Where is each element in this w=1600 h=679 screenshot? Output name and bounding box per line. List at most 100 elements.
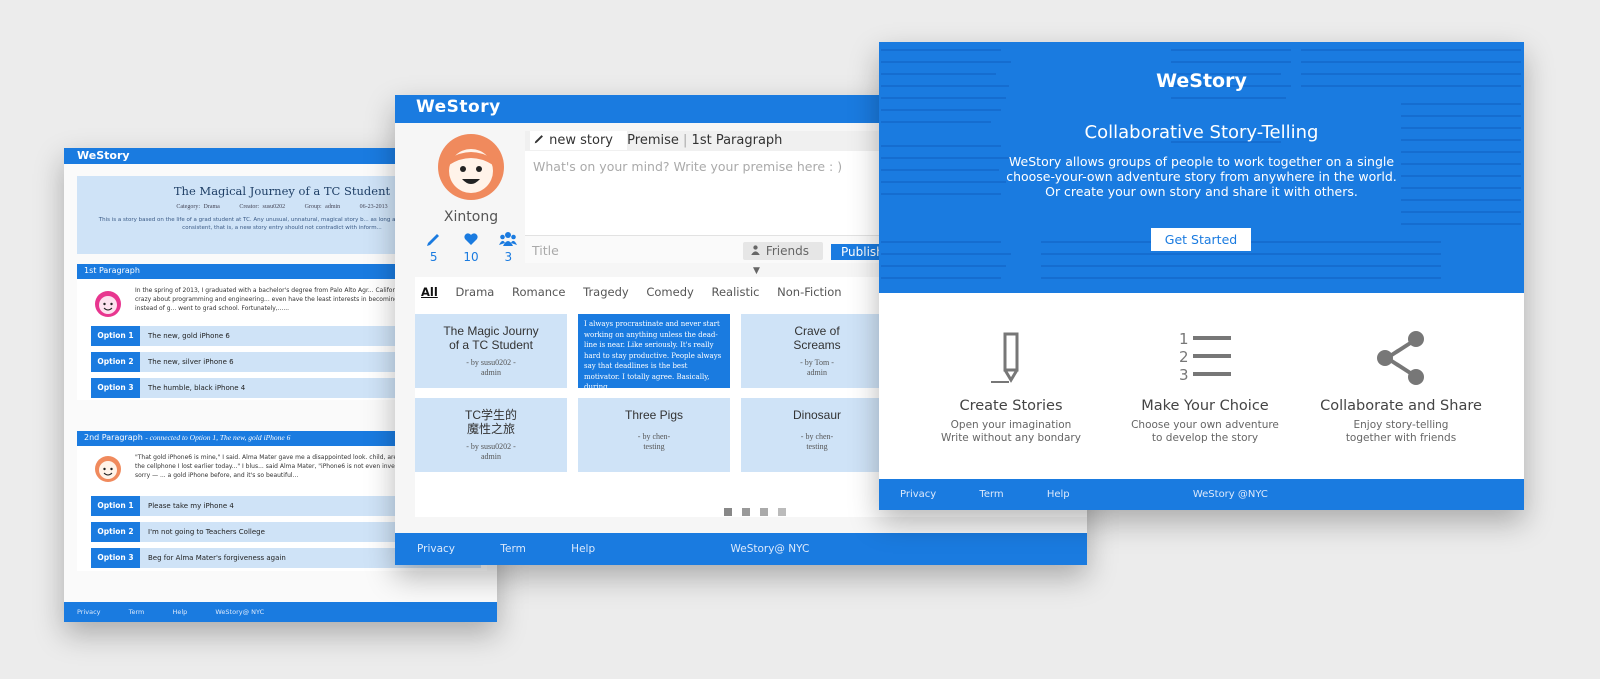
likes-count: 10 bbox=[463, 250, 479, 264]
user-profile: Xintong 5 10 3 bbox=[415, 131, 527, 264]
svg-text:2: 2 bbox=[1179, 348, 1189, 366]
feature-title: Collaborate and Share bbox=[1320, 398, 1482, 414]
option-button[interactable]: Option 3 bbox=[91, 378, 140, 398]
story-tile[interactable]: The Magic Journy of a TC Student - by su… bbox=[415, 314, 567, 388]
groups-count: 3 bbox=[504, 250, 513, 264]
category-tab[interactable]: Comedy bbox=[646, 285, 693, 299]
story-tile-group: admin bbox=[481, 452, 501, 461]
footer-term-link[interactable]: Term bbox=[500, 533, 525, 565]
story-tile-group: testing bbox=[643, 442, 665, 451]
option-text: The humble, black iPhone 4 bbox=[148, 384, 246, 392]
story-tile-group: testing bbox=[806, 442, 828, 451]
story-creator: Creator: susu0202 bbox=[239, 204, 286, 210]
avatar-orange-icon bbox=[95, 456, 121, 482]
pagination bbox=[724, 501, 796, 520]
footer-term-link[interactable]: Term bbox=[129, 602, 145, 622]
feature-description: Choose your own adventure to develop the… bbox=[1105, 419, 1305, 445]
share-icon bbox=[1377, 331, 1424, 385]
option-text: Beg for Alma Mater's forgiveness again bbox=[148, 554, 286, 562]
paragraph-connection: - connected to Option 1, The new, gold i… bbox=[145, 433, 291, 442]
tab-new-story[interactable]: new story bbox=[530, 131, 628, 150]
story-group: Group: admin bbox=[304, 204, 341, 210]
story-tile[interactable]: Three Pigs - by chen- testing bbox=[578, 398, 730, 472]
option-button[interactable]: Option 2 bbox=[91, 352, 140, 372]
title-input[interactable]: Title bbox=[532, 243, 559, 258]
footer: Privacy Term Help WeStory @NYC bbox=[879, 479, 1524, 510]
groups-stat[interactable]: 3 bbox=[493, 231, 523, 264]
option-text: The new, gold iPhone 6 bbox=[148, 332, 230, 340]
hero-description-line: WeStory allows groups of people to work … bbox=[1008, 154, 1395, 169]
category-tab[interactable]: Drama bbox=[455, 285, 494, 299]
stories-count: 5 bbox=[429, 250, 438, 264]
svg-text:1: 1 bbox=[1179, 330, 1189, 348]
avatar-pink-icon bbox=[95, 291, 121, 317]
story-tile-title: Three Pigs bbox=[624, 408, 684, 422]
footer-help-link[interactable]: Help bbox=[571, 533, 595, 565]
story-tile-title: Dinosaur bbox=[792, 408, 842, 422]
feature-description: Enjoy story-telling together with friend… bbox=[1301, 419, 1501, 445]
avatar[interactable] bbox=[436, 131, 506, 201]
footer-copyright: WeStory@ NYC bbox=[730, 543, 810, 555]
user-stats: 5 10 3 bbox=[415, 231, 527, 264]
user-name: Xintong bbox=[443, 209, 499, 225]
tab-first-paragraph[interactable]: 1st Paragraph bbox=[692, 133, 783, 148]
footer-privacy-link[interactable]: Privacy bbox=[417, 533, 455, 565]
story-tile[interactable]: Dinosaur - by chen- testing bbox=[741, 398, 893, 472]
tab-new-story-label: new story bbox=[549, 133, 614, 148]
footer-help-link[interactable]: Help bbox=[1047, 479, 1070, 510]
page-dot[interactable] bbox=[724, 508, 732, 516]
stories-stat[interactable]: 5 bbox=[419, 231, 449, 264]
hero-description: WeStory allows groups of people to work … bbox=[879, 154, 1524, 199]
story-tile-title: The Magic Journy of a TC Student bbox=[443, 324, 539, 352]
story-tile[interactable]: Crave of Screams - by Tom - admin bbox=[741, 314, 893, 388]
category-tab[interactable]: Realistic bbox=[711, 285, 759, 299]
story-tile[interactable]: TC学生的 魔性之旅 - by susu0202 - admin bbox=[415, 398, 567, 472]
footer-term-link[interactable]: Term bbox=[979, 479, 1003, 510]
hero-description-line: Or create your own story and share it wi… bbox=[1045, 184, 1358, 199]
category-tab[interactable]: All bbox=[421, 285, 438, 299]
likes-stat[interactable]: 10 bbox=[456, 231, 486, 264]
audience-dropdown[interactable]: Friends ▼ bbox=[743, 242, 823, 276]
page-dot[interactable] bbox=[778, 508, 786, 516]
page-dot[interactable] bbox=[760, 508, 768, 516]
option-button[interactable]: Option 2 bbox=[91, 522, 140, 542]
option-button[interactable]: Option 3 bbox=[91, 548, 140, 568]
svg-text:3: 3 bbox=[1179, 366, 1189, 384]
option-button[interactable]: Option 1 bbox=[91, 496, 140, 516]
footer-privacy-link[interactable]: Privacy bbox=[900, 479, 936, 510]
category-tab[interactable]: Tragedy bbox=[583, 285, 629, 299]
landing-screen: WeStory Collaborative Story-Telling WeSt… bbox=[879, 42, 1524, 510]
category-tab[interactable]: Non-Fiction bbox=[777, 285, 841, 299]
footer: Privacy Term Help WeStory@ NYC bbox=[64, 602, 497, 622]
page-dot[interactable] bbox=[742, 508, 750, 516]
premise-input[interactable]: What's on your mind? Write your premise … bbox=[533, 159, 842, 174]
feature-make-choice: 1 2 3 Make Your Choice Choose your own a… bbox=[1105, 328, 1305, 445]
numbered-list-icon: 1 2 3 bbox=[1179, 330, 1231, 384]
chevron-down-icon: ▼ bbox=[753, 266, 760, 276]
option-text: The new, silver iPhone 6 bbox=[148, 358, 234, 366]
paragraph-heading-label: 2nd Paragraph bbox=[84, 433, 143, 442]
pencil-icon bbox=[534, 135, 543, 144]
category-tabs: All Drama Romance Tragedy Comedy Realist… bbox=[421, 285, 856, 299]
feature-description: Open your imagination Write without any … bbox=[911, 419, 1111, 445]
category-tab[interactable]: Romance bbox=[512, 285, 565, 299]
tab-premise[interactable]: Premise bbox=[627, 133, 679, 148]
story-excerpt: I always procrastinate and never start w… bbox=[584, 320, 722, 391]
group-icon bbox=[751, 245, 760, 255]
feature-line: Open your imagination bbox=[950, 419, 1072, 431]
feature-create-stories: Create Stories Open your imagination Wri… bbox=[911, 328, 1111, 445]
story-tile-author: - by chen- bbox=[637, 432, 671, 441]
group-icon bbox=[499, 232, 518, 246]
pencil-icon bbox=[991, 332, 1019, 383]
option-button[interactable]: Option 1 bbox=[91, 326, 140, 346]
brand-logo[interactable]: WeStory bbox=[879, 70, 1524, 92]
story-tile-excerpt[interactable]: I always procrastinate and never start w… bbox=[578, 314, 730, 391]
story-tile-author: - by Tom - bbox=[800, 358, 834, 367]
story-tile-author: - by susu0202 - bbox=[466, 442, 516, 451]
footer-help-link[interactable]: Help bbox=[172, 602, 187, 622]
footer: Privacy Term Help WeStory@ NYC bbox=[395, 533, 1087, 565]
feature-line: Enjoy story-telling bbox=[1353, 419, 1449, 431]
footer-privacy-link[interactable]: Privacy bbox=[77, 602, 101, 622]
tab-separator: | bbox=[683, 133, 688, 148]
get-started-button[interactable]: Get Started bbox=[1151, 228, 1251, 251]
